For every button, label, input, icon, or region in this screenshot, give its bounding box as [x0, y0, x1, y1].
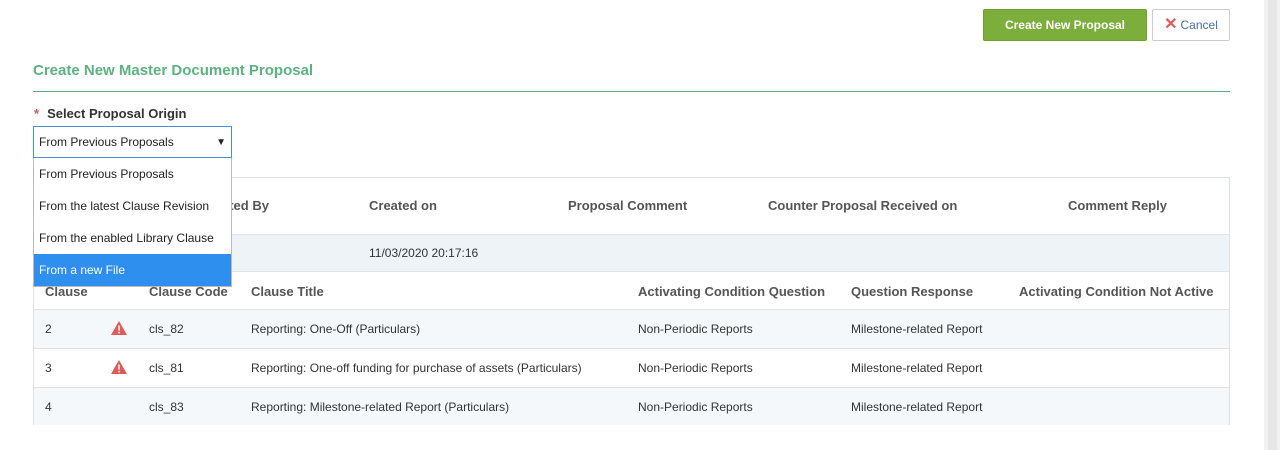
activating-question: Non-Periodic Reports — [638, 400, 753, 414]
proposal-origin-select[interactable]: From Previous Proposals ▼ — [33, 126, 232, 158]
origin-label: * Select Proposal Origin — [34, 106, 187, 121]
selected-value: From Previous Proposals — [39, 135, 174, 149]
cancel-button[interactable]: ✕ Cancel — [1152, 9, 1230, 41]
table-row[interactable]: 3 cls_81 Reporting: One-off funding for … — [34, 348, 1229, 387]
option-new-file[interactable]: From a new File — [34, 254, 231, 286]
clause-title: Reporting: One-Off (Particulars) — [251, 322, 421, 336]
cancel-label: Cancel — [1180, 18, 1218, 32]
col-created-on: Created on — [369, 198, 437, 213]
title-divider — [33, 91, 1230, 92]
col-counter-proposal: Counter Proposal Received on — [768, 198, 958, 213]
col-proposal-comment: Proposal Comment — [568, 198, 688, 213]
clause-title: Reporting: Milestone-related Report (Par… — [251, 400, 510, 414]
origin-label-text: Select Proposal Origin — [47, 106, 187, 121]
clause-number: 2 — [45, 322, 52, 336]
page-title: Create New Master Document Proposal — [33, 62, 314, 79]
activating-question: Non-Periodic Reports — [638, 361, 753, 375]
question-response: Milestone-related Report — [851, 361, 983, 375]
create-new-proposal-button[interactable]: Create New Proposal — [983, 9, 1147, 41]
option-previous-proposals[interactable]: From Previous Proposals — [34, 158, 231, 190]
col-comment-reply: Comment Reply — [1068, 198, 1167, 213]
col-condition-not-active: Activating Condition Not Active — [1019, 284, 1214, 299]
clause-number: 4 — [45, 400, 52, 414]
clause-code: cls_82 — [149, 322, 184, 336]
col-question-response: Question Response — [851, 284, 974, 299]
col-clause-title: Clause Title — [251, 284, 324, 299]
question-response: Milestone-related Report — [851, 322, 983, 336]
clause-number: 3 — [45, 361, 52, 375]
option-latest-clause-revision[interactable]: From the latest Clause Revision — [34, 190, 231, 222]
scrollbar-thumb[interactable] — [1268, 0, 1277, 450]
table-row[interactable]: 4 cls_83 Reporting: Milestone-related Re… — [34, 387, 1229, 425]
close-icon: ✕ — [1164, 16, 1178, 33]
warning-icon — [111, 360, 127, 374]
proposal-origin-dropdown[interactable]: From Previous Proposals From the latest … — [33, 158, 232, 287]
clause-code: cls_81 — [149, 361, 184, 375]
question-response: Milestone-related Report — [851, 400, 983, 414]
option-enabled-library-clause[interactable]: From the enabled Library Clause — [34, 222, 231, 254]
warning-icon — [111, 321, 127, 335]
required-mark: * — [34, 106, 40, 121]
table-row[interactable]: 2 cls_82 Reporting: One-Off (Particulars… — [34, 309, 1229, 348]
caret-down-icon: ▼ — [216, 136, 226, 148]
col-activating-question: Activating Condition Question — [638, 284, 826, 299]
clause-title: Reporting: One-off funding for purchase … — [251, 361, 582, 375]
clause-code: cls_83 — [149, 400, 184, 414]
created-on-value: 11/03/2020 20:17:16 — [369, 246, 479, 260]
activating-question: Non-Periodic Reports — [638, 322, 753, 336]
vertical-scrollbar[interactable] — [1264, 0, 1280, 450]
